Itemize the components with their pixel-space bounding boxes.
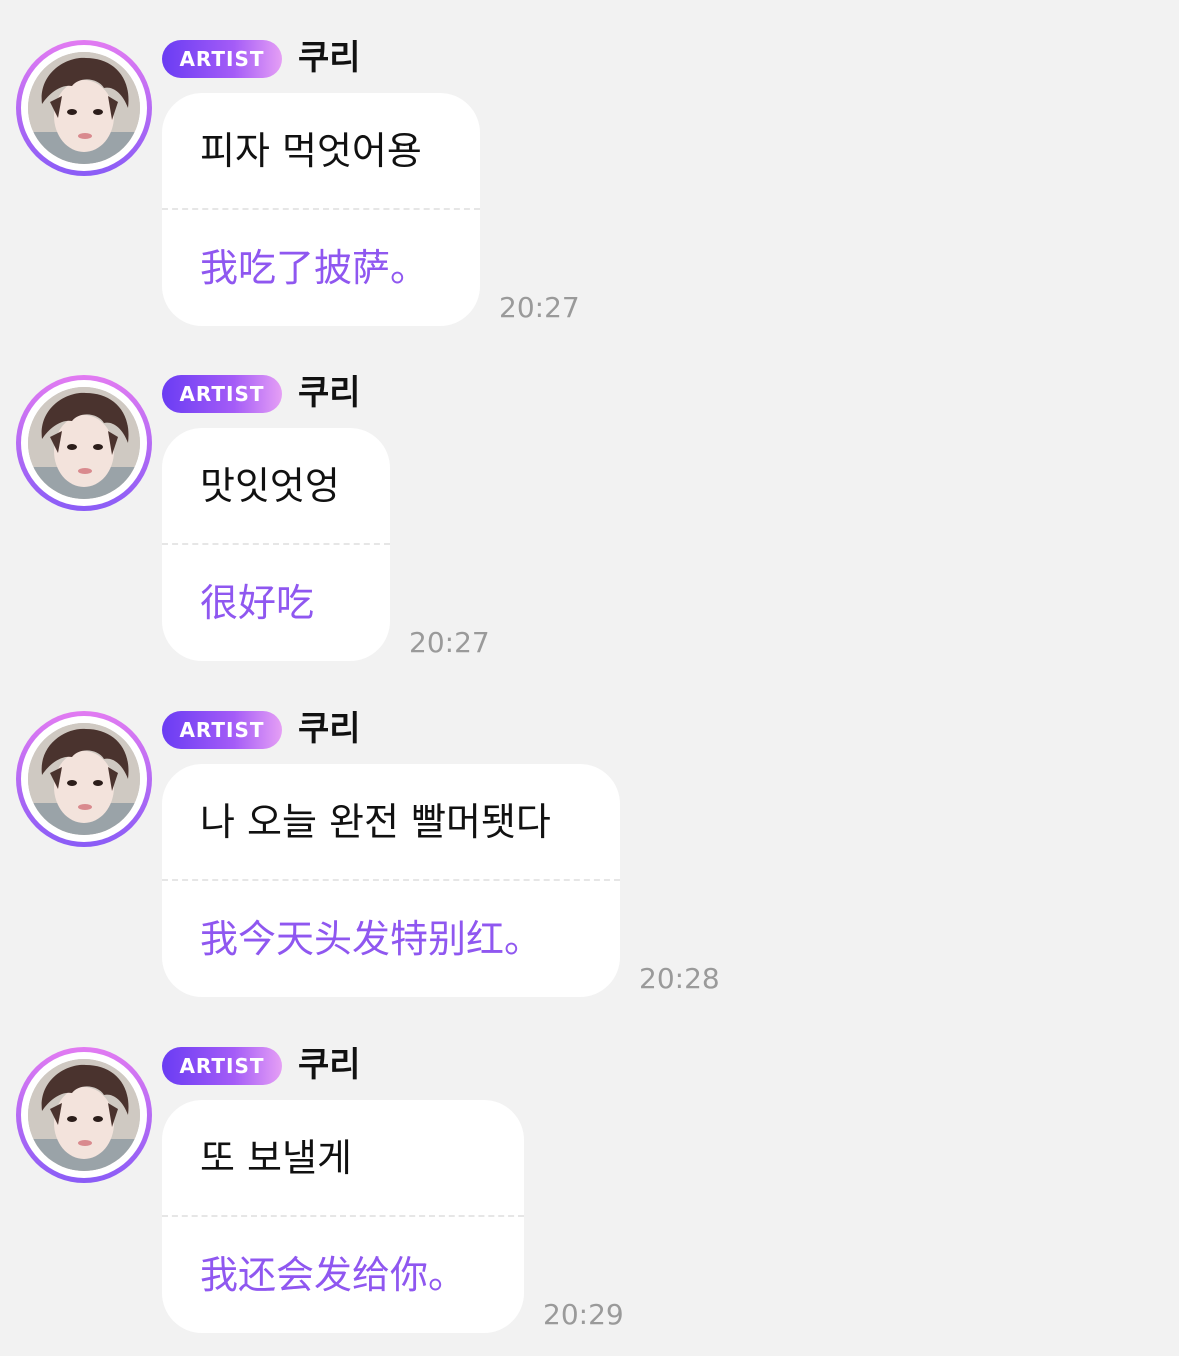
sender-name[interactable]: 쿠리 — [298, 371, 361, 415]
message-bubble[interactable]: 나 오늘 완전 빨머됏다 我今天头发特别红。 — [162, 764, 620, 997]
chat-message: ARTIST 쿠리 피자 먹엇어용 我吃了披萨。 20:27 — [0, 0, 1179, 336]
avatar-photo — [28, 52, 140, 164]
artist-avatar[interactable] — [16, 375, 152, 511]
artist-avatar[interactable] — [16, 711, 152, 847]
sender-name[interactable]: 쿠리 — [298, 1043, 361, 1087]
message-bubble[interactable]: 또 보낼게 我还会发给你。 — [162, 1100, 524, 1333]
message-text: 맛잇엇엉 — [200, 464, 340, 508]
translation-text: 我吃了披萨。 — [200, 246, 429, 290]
translation-divider — [162, 1215, 524, 1217]
artist-badge: ARTIST — [162, 1047, 282, 1085]
translation-divider — [162, 543, 390, 545]
artist-badge: ARTIST — [162, 40, 282, 78]
message-timestamp: 20:28 — [639, 962, 720, 995]
artist-avatar[interactable] — [16, 1047, 152, 1183]
artist-avatar[interactable] — [16, 40, 152, 176]
translation-text: 我今天头发特别红。 — [200, 917, 543, 961]
message-text: 피자 먹엇어용 — [200, 129, 422, 173]
artist-badge: ARTIST — [162, 711, 282, 749]
translation-text: 很好吃 — [200, 581, 315, 625]
message-text: 나 오늘 완전 빨머됏다 — [200, 800, 551, 844]
chat-message: ARTIST 쿠리 나 오늘 완전 빨머됏다 我今天头发特别红。 20:28 — [0, 671, 1179, 1007]
message-bubble[interactable]: 피자 먹엇어용 我吃了披萨。 — [162, 93, 480, 326]
chat-message: ARTIST 쿠리 맛잇엇엉 很好吃 20:27 — [0, 335, 1179, 671]
message-timestamp: 20:27 — [499, 291, 580, 324]
sender-name[interactable]: 쿠리 — [298, 36, 361, 80]
avatar-photo — [28, 723, 140, 835]
message-timestamp: 20:27 — [409, 626, 490, 659]
chat-message: ARTIST 쿠리 또 보낼게 我还会发给你。 20:29 — [0, 1007, 1179, 1343]
sender-name[interactable]: 쿠리 — [298, 707, 361, 751]
translation-divider — [162, 208, 480, 210]
message-bubble[interactable]: 맛잇엇엉 很好吃 — [162, 428, 390, 661]
artist-badge: ARTIST — [162, 375, 282, 413]
message-timestamp: 20:29 — [543, 1298, 624, 1331]
translation-text: 我还会发给你。 — [200, 1253, 467, 1297]
message-text: 또 보낼게 — [200, 1136, 352, 1180]
avatar-photo — [28, 387, 140, 499]
translation-divider — [162, 879, 620, 881]
avatar-photo — [28, 1059, 140, 1171]
